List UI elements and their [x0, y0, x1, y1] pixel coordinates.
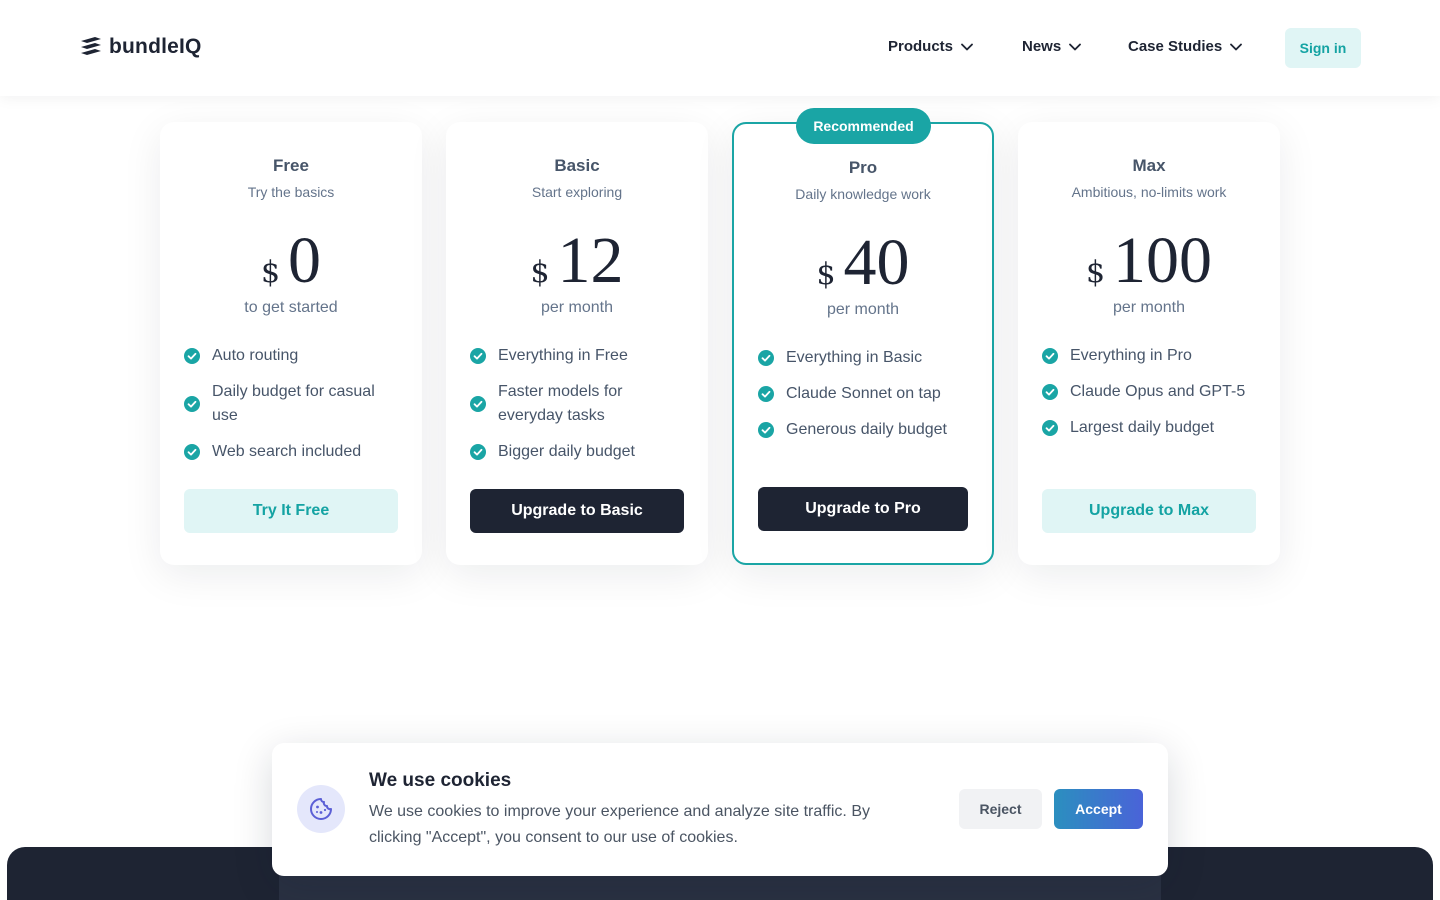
- feature-text: Generous daily budget: [786, 421, 947, 438]
- feature-item: Everything in Free: [470, 344, 680, 368]
- nav-label: Case Studies: [1128, 38, 1223, 55]
- cookie-title: We use cookies: [369, 770, 512, 791]
- check-circle-icon: [470, 396, 486, 412]
- feature-text: Claude Sonnet on tap: [786, 385, 941, 402]
- brand-name: bundleIQ: [109, 35, 202, 58]
- price-currency: $: [530, 255, 550, 290]
- check-circle-icon: [1042, 348, 1058, 364]
- chevron-down-icon: [1230, 43, 1243, 50]
- feature-text: Everything in Basic: [786, 349, 923, 366]
- plan-tagline: Try the basics: [247, 184, 335, 200]
- plan-card-free: Free Try the basics $ 0 to get started A…: [160, 122, 422, 565]
- plan-price: $ 0: [160, 228, 422, 294]
- cookie-message: We use cookies to improve your experienc…: [369, 803, 870, 846]
- feature-item: Auto routing: [184, 344, 394, 368]
- feature-text: Claude Opus and GPT-5: [1070, 383, 1246, 400]
- chevron-down-icon: [961, 43, 973, 50]
- plan-name: Max: [1132, 156, 1166, 175]
- plan-card-pro: Recommended Pro Daily knowledge work $ 4…: [732, 108, 994, 565]
- check-circle-icon: [470, 348, 486, 364]
- plan-price: $ 100: [1018, 228, 1280, 294]
- try-free-button[interactable]: Try It Free: [184, 489, 398, 533]
- feature-item: Everything in Basic: [758, 346, 968, 370]
- price-currency: $: [816, 257, 836, 292]
- feature-text: Everything in Pro: [1070, 347, 1192, 364]
- plan-period: to get started: [244, 299, 338, 316]
- plan-name: Free: [273, 156, 309, 175]
- chevron-down-icon: [1069, 43, 1082, 50]
- recommended-badge: Recommended: [796, 108, 931, 144]
- accept-cookies-button[interactable]: Accept: [1054, 789, 1143, 829]
- plan-period: per month: [826, 301, 900, 318]
- plan-period: per month: [540, 299, 614, 316]
- plan-tagline: Daily knowledge work: [795, 186, 931, 202]
- upgrade-pro-button[interactable]: Upgrade to Pro: [758, 487, 968, 531]
- upgrade-max-button[interactable]: Upgrade to Max: [1042, 489, 1256, 533]
- price-amount: 12: [557, 224, 624, 297]
- feature-text: Auto routing: [212, 347, 299, 364]
- feature-item: Bigger daily budget: [470, 440, 680, 464]
- upgrade-basic-button[interactable]: Upgrade to Basic: [470, 489, 684, 533]
- check-circle-icon: [1042, 384, 1058, 400]
- plan-tagline: Ambitious, no-limits work: [1071, 184, 1227, 200]
- check-circle-icon: [184, 444, 200, 460]
- feature-item: Largest daily budget: [1042, 416, 1252, 440]
- brand-logo[interactable]: bundleIQ: [80, 35, 202, 59]
- check-circle-icon: [184, 348, 200, 364]
- price-amount: 100: [1113, 224, 1213, 297]
- check-circle-icon: [470, 444, 486, 460]
- feature-text: Bigger daily budget: [498, 443, 635, 460]
- check-circle-icon: [184, 396, 200, 412]
- plan-price: $ 12: [446, 228, 708, 294]
- price-amount: 40: [843, 226, 910, 299]
- feature-item: Generous daily budget: [758, 418, 968, 442]
- feature-text: Faster models for everyday tasks: [498, 383, 623, 424]
- reject-cookies-button[interactable]: Reject: [959, 789, 1042, 829]
- feature-item: Claude Sonnet on tap: [758, 382, 968, 406]
- plan-period: per month: [1112, 299, 1186, 316]
- price-amount: 0: [288, 224, 322, 297]
- nav-case-studies[interactable]: Case Studies: [1128, 38, 1243, 55]
- check-circle-icon: [1042, 420, 1058, 436]
- nav-label: News: [1022, 38, 1062, 55]
- plan-tagline: Start exploring: [531, 184, 623, 200]
- nav-products[interactable]: Products: [888, 38, 973, 55]
- bundle-stack-icon: [80, 36, 102, 58]
- price-currency: $: [1085, 255, 1106, 290]
- feature-text: Daily budget for casual use: [212, 383, 375, 424]
- feature-text: Largest daily budget: [1070, 419, 1215, 436]
- sign-in-button[interactable]: Sign in: [1285, 28, 1361, 68]
- cookie-banner: We use cookies We use cookies to improve…: [272, 743, 1168, 876]
- feature-item: Web search included: [184, 440, 394, 464]
- price-currency: $: [260, 255, 281, 290]
- plan-card-max: Max Ambitious, no-limits work $ 100 per …: [1018, 122, 1280, 565]
- plan-price: $ 40: [734, 230, 992, 296]
- check-circle-icon: [758, 422, 774, 438]
- plan-name: Basic: [554, 156, 600, 175]
- feature-text: Everything in Free: [498, 347, 628, 364]
- feature-item: Daily budget for casual use: [184, 380, 394, 428]
- check-circle-icon: [758, 350, 774, 366]
- check-circle-icon: [758, 386, 774, 402]
- plan-name: Pro: [848, 158, 878, 177]
- nav-label: Products: [888, 38, 954, 55]
- feature-text: Web search included: [212, 443, 362, 460]
- feature-item: Claude Opus and GPT-5: [1042, 380, 1252, 404]
- plan-card-basic: Basic Start exploring $ 12 per month Eve…: [446, 122, 708, 565]
- feature-item: Everything in Pro: [1042, 344, 1252, 368]
- feature-item: Faster models for everyday tasks: [470, 380, 680, 428]
- cookie-icon: [297, 785, 345, 833]
- nav-news[interactable]: News: [1022, 38, 1082, 55]
- site-header: bundleIQ Products News Case Studies Sign…: [0, 0, 1440, 96]
